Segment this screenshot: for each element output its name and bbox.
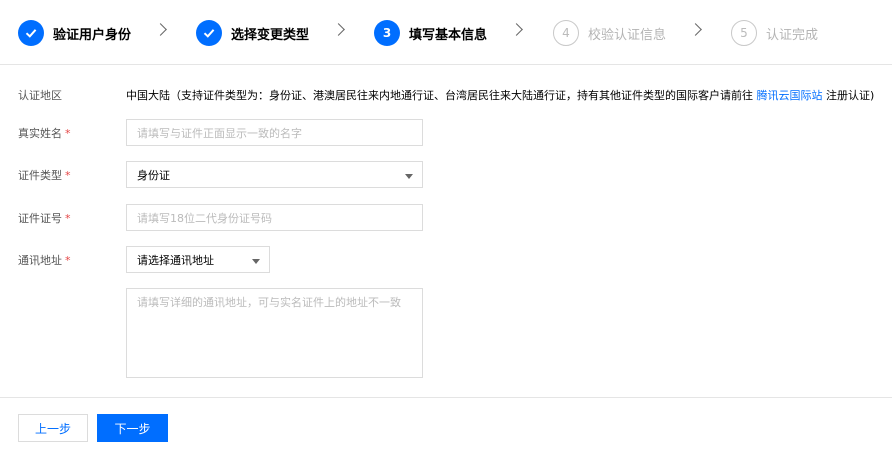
next-step-button[interactable]: 下一步 bbox=[97, 414, 168, 442]
chevron-right-icon bbox=[154, 23, 167, 36]
check-icon bbox=[18, 20, 44, 46]
address-region-select[interactable]: 请选择通讯地址 bbox=[126, 246, 270, 273]
real-name-label: 真实姓名 * bbox=[18, 127, 71, 140]
region-label: 认证地区 bbox=[18, 89, 62, 102]
address-select-value: 请选择通讯地址 bbox=[137, 253, 214, 267]
chevron-right-icon bbox=[689, 23, 702, 36]
id-type-label: 证件类型 * bbox=[18, 169, 71, 182]
intl-site-link[interactable]: 腾讯云国际站 bbox=[757, 89, 823, 102]
check-icon bbox=[196, 20, 222, 46]
step-label: 验证用户身份 bbox=[53, 27, 132, 43]
region-suffix: 注册认证) bbox=[822, 89, 875, 102]
id-type-value: 身份证 bbox=[137, 168, 170, 182]
stepper: 验证用户身份 选择变更类型 3 填写基本信息 4 校验认证信息 5 认证完成 bbox=[0, 0, 892, 65]
step-verify-identity: 验证用户身份 bbox=[18, 19, 131, 47]
region-value: 中国大陆（支持证件类型为：身份证、港澳居民往来内地通行证、台湾居民往来大陆通行证… bbox=[126, 87, 874, 103]
footer-divider bbox=[0, 397, 892, 398]
chevron-right-icon bbox=[332, 23, 345, 36]
step-label: 认证完成 bbox=[766, 27, 819, 43]
step-verify-auth-info: 4 校验认证信息 bbox=[553, 19, 666, 47]
prev-step-button[interactable]: 上一步 bbox=[18, 414, 88, 442]
step-number: 3 bbox=[374, 20, 400, 46]
step-select-change-type: 选择变更类型 bbox=[196, 19, 309, 47]
address-detail-textarea[interactable]: 请填写详细的通讯地址，可与实名证件上的地址不一致 bbox=[126, 288, 423, 378]
step-label: 校验认证信息 bbox=[588, 27, 667, 43]
chevron-right-icon bbox=[510, 23, 523, 36]
id-number-input[interactable]: 请填写18位二代身份证号码 bbox=[126, 204, 423, 231]
step-complete: 5 认证完成 bbox=[731, 19, 818, 47]
caret-down-icon bbox=[252, 259, 260, 264]
step-fill-basic-info: 3 填写基本信息 bbox=[374, 19, 487, 47]
step-number: 5 bbox=[731, 20, 757, 46]
id-type-select[interactable]: 身份证 bbox=[126, 161, 423, 188]
step-label: 选择变更类型 bbox=[231, 27, 310, 43]
step-number: 4 bbox=[553, 20, 579, 46]
real-name-input[interactable]: 请填写与证件正面显示一致的名字 bbox=[126, 119, 423, 146]
step-label: 填写基本信息 bbox=[409, 27, 488, 43]
caret-down-icon bbox=[405, 174, 413, 179]
required-mark: * bbox=[65, 212, 71, 225]
required-mark: * bbox=[65, 254, 71, 267]
address-label: 通讯地址 * bbox=[18, 254, 71, 267]
id-number-label: 证件证号 * bbox=[18, 212, 71, 225]
required-mark: * bbox=[65, 169, 71, 182]
required-mark: * bbox=[65, 127, 71, 140]
region-text: 中国大陆（支持证件类型为：身份证、港澳居民往来内地通行证、台湾居民往来大陆通行证… bbox=[126, 89, 757, 102]
